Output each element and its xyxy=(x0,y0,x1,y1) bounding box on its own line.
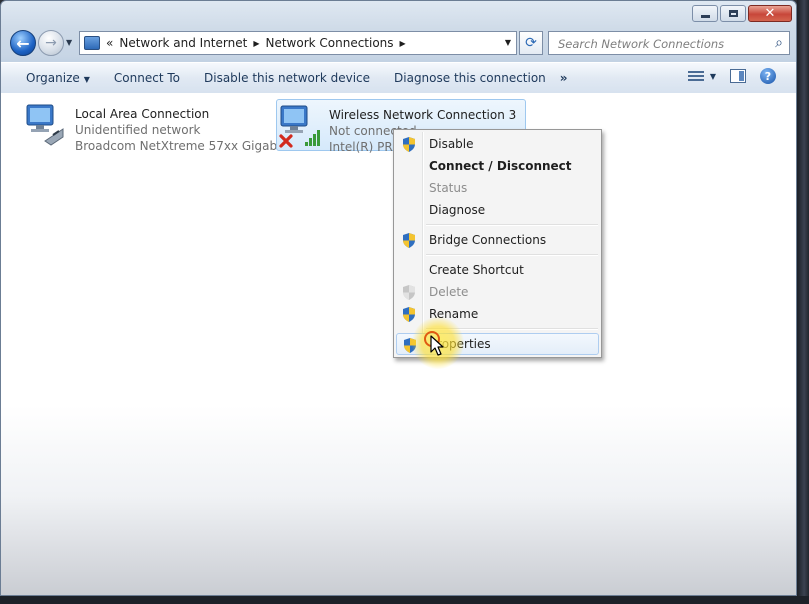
adapter-device: Broadcom NetXtreme 57xx Gigabi... xyxy=(75,139,292,153)
view-options-icon xyxy=(687,69,704,83)
uac-shield-icon xyxy=(403,285,415,300)
menu-item-label: Connect / Disconnect xyxy=(429,159,572,173)
adapter-name: Wireless Network Connection 3 xyxy=(329,108,517,122)
background-edge xyxy=(0,596,809,604)
explorer-window: ✕ ← → ▼ « Network and Internet ▶ Network… xyxy=(0,0,797,596)
change-view-button[interactable]: ▼ xyxy=(687,69,716,83)
close-icon: ✕ xyxy=(764,6,776,21)
minimize-button[interactable] xyxy=(692,5,718,22)
navigation-bar: ← → ▼ « Network and Internet ▶ Network C… xyxy=(1,27,796,61)
forward-arrow-icon: → xyxy=(45,35,57,51)
refresh-button[interactable]: ⟳ xyxy=(519,31,543,55)
menu-item-disable[interactable]: Disable xyxy=(396,133,599,155)
maximize-button[interactable] xyxy=(720,5,746,22)
menu-separator xyxy=(426,224,598,226)
caption-buttons: ✕ xyxy=(692,5,792,22)
uac-shield-icon xyxy=(403,137,415,152)
menu-item-delete: Delete xyxy=(396,281,599,303)
disable-device-button[interactable]: Disable this network device xyxy=(192,71,382,85)
mouse-cursor-icon xyxy=(430,335,444,356)
uac-shield-icon xyxy=(403,307,415,322)
organize-label: Organize xyxy=(26,71,80,85)
preview-pane-icon[interactable] xyxy=(730,69,746,83)
breadcrumb-network-and-internet[interactable]: Network and Internet xyxy=(119,36,247,50)
recent-pages-dropdown[interactable]: ▼ xyxy=(66,38,72,47)
address-dropdown-icon[interactable]: ▼ xyxy=(505,38,511,47)
search-icon[interactable]: ⌕ xyxy=(775,35,783,51)
menu-item-bridge-connections[interactable]: Bridge Connections xyxy=(396,229,599,251)
help-icon[interactable]: ? xyxy=(760,68,776,84)
diagnose-button[interactable]: Diagnose this connection xyxy=(382,71,558,85)
maximize-icon xyxy=(721,6,745,21)
adapter-name: Local Area Connection xyxy=(75,107,210,121)
network-adapter-icon xyxy=(279,105,320,148)
back-arrow-icon: ← xyxy=(16,33,30,53)
chevron-right-icon[interactable]: ▶ xyxy=(253,39,259,48)
chevron-down-icon: ▼ xyxy=(709,71,716,81)
menu-item-label: Delete xyxy=(429,285,469,299)
uac-shield-icon xyxy=(403,233,415,248)
refresh-icon: ⟳ xyxy=(525,35,537,51)
menu-item-label: Bridge Connections xyxy=(429,233,547,247)
back-button[interactable]: ← xyxy=(10,30,36,56)
adapter-local-area-connection[interactable]: Local Area Connection Unidentified netwo… xyxy=(23,99,292,153)
menu-separator xyxy=(426,254,598,256)
menu-item-label: Diagnose xyxy=(429,203,486,217)
breadcrumb-overflow[interactable]: « xyxy=(106,36,113,50)
red-x-icon xyxy=(279,134,293,148)
menu-item-label: Disable xyxy=(429,137,474,151)
close-button[interactable]: ✕ xyxy=(748,5,792,22)
adapter-status: Unidentified network xyxy=(75,123,201,137)
breadcrumb-network-connections[interactable]: Network Connections xyxy=(265,36,393,50)
menu-item-label: Status xyxy=(429,181,468,195)
menu-item-create-shortcut[interactable]: Create Shortcut xyxy=(396,259,599,281)
menu-item-label: Create Shortcut xyxy=(429,263,524,277)
more-commands-button[interactable]: » xyxy=(560,71,568,85)
menu-item-connect-disconnect[interactable]: Connect / Disconnect xyxy=(396,155,599,177)
chevron-down-icon: ▼ xyxy=(83,75,90,84)
menu-item-status: Status xyxy=(396,177,599,199)
chevron-right-icon[interactable]: ▶ xyxy=(400,39,406,48)
forward-button[interactable]: → xyxy=(38,30,64,56)
connect-to-button[interactable]: Connect To xyxy=(102,71,192,85)
search-box: ⌕ xyxy=(548,31,790,55)
background-edge xyxy=(797,0,809,604)
signal-bars-icon xyxy=(305,130,320,146)
search-input[interactable] xyxy=(556,33,770,55)
control-panel-icon xyxy=(84,36,100,50)
command-bar: Organize ▼ Connect To Disable this networ… xyxy=(1,62,796,94)
organize-menu[interactable]: Organize ▼ xyxy=(1,71,102,85)
menu-item-diagnose[interactable]: Diagnose xyxy=(396,199,599,221)
network-adapter-icon xyxy=(26,104,64,146)
address-bar[interactable]: « Network and Internet ▶ Network Connect… xyxy=(79,31,517,55)
minimize-icon xyxy=(693,6,717,21)
view-controls: ▼ ? xyxy=(687,68,776,84)
